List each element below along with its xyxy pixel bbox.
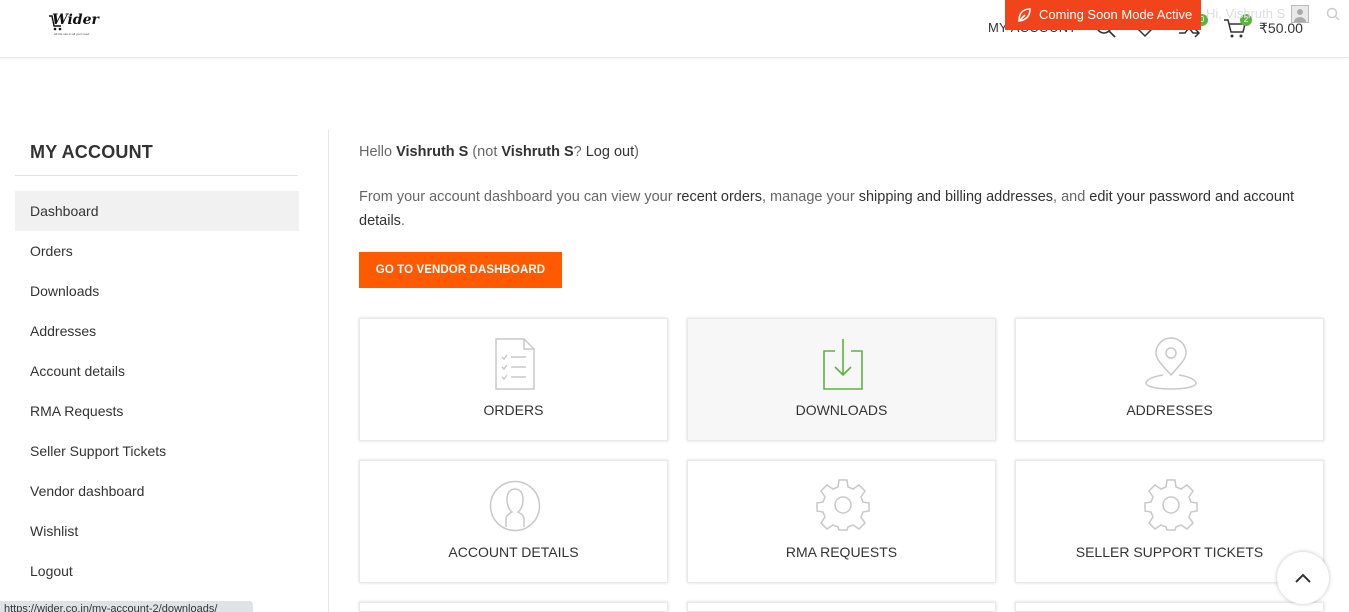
logo-tagline: All the cart in all your need	[54, 32, 90, 36]
tile-orders[interactable]: Orders	[359, 318, 668, 441]
logout-link[interactable]: Log out	[586, 144, 634, 160]
logo-wordmark: Wider	[52, 12, 99, 28]
user-name: Vishruth S	[396, 144, 469, 160]
tile-downloads[interactable]: Downloads	[687, 318, 996, 441]
sidebar-item-dashboard[interactable]: Dashboard	[15, 191, 299, 231]
sidebar-item-wishlist[interactable]: Wishlist	[15, 511, 299, 551]
map-pin-icon	[1145, 337, 1197, 390]
intro-text-2: , manage your	[762, 189, 859, 205]
greeting-end: )	[634, 144, 639, 160]
addresses-link[interactable]: shipping and billing addresses	[859, 189, 1053, 205]
sidebar-item-orders[interactable]: Orders	[15, 231, 299, 271]
tile-account-details-label: Account details	[448, 544, 579, 560]
account-navigation: Dashboard Orders Downloads Addresses Acc…	[15, 191, 299, 591]
orders-document-icon	[495, 338, 535, 390]
dashboard-intro: From your account dashboard you can view…	[359, 185, 1324, 233]
vendor-dashboard-button[interactable]: GO TO VENDOR DASHBOARD	[359, 252, 562, 288]
sidebar-item-account-details[interactable]: Account details	[15, 351, 299, 391]
content-divider	[328, 130, 329, 612]
sidebar-item-seller-support-tickets[interactable]: Seller Support Tickets	[15, 431, 299, 471]
tile-rma-requests[interactable]: RMA Requests	[687, 460, 996, 583]
sidebar-divider	[15, 175, 298, 176]
tile-rma-requests-label: RMA Requests	[785, 544, 898, 560]
tile-next-row[interactable]	[359, 602, 668, 612]
tile-account-details[interactable]: Account details	[359, 460, 668, 583]
site-logo[interactable]: Wider All the cart in all your need	[48, 12, 100, 40]
greeting-prefix: Hello	[359, 144, 397, 160]
leaf-icon	[1018, 8, 1031, 22]
gear-icon	[816, 479, 870, 531]
intro-text-1: From your account dashboard you can view…	[359, 189, 677, 205]
greeting-question: ?	[573, 144, 586, 160]
greeting-text: Hello Vishruth S (not Vishruth S? Log ou…	[359, 144, 639, 160]
sidebar-item-rma-requests[interactable]: RMA Requests	[15, 391, 299, 431]
admin-avatar[interactable]	[1291, 5, 1309, 23]
intro-text-4: .	[400, 213, 405, 229]
sidebar-item-logout[interactable]: Logout	[15, 551, 299, 591]
admin-user-greeting[interactable]: Hi, Vishruth S	[1206, 6, 1285, 21]
chevron-up-icon	[1295, 573, 1311, 583]
admin-search-icon[interactable]	[1326, 7, 1340, 21]
scroll-to-top-button[interactable]	[1277, 552, 1329, 604]
greeting-mid: (not	[468, 144, 502, 160]
tile-next-row[interactable]	[687, 602, 996, 612]
tile-orders-label: Orders	[483, 402, 544, 418]
user-name-repeat: Vishruth S	[501, 144, 574, 160]
download-icon	[823, 339, 863, 390]
recent-orders-link[interactable]: recent orders	[677, 189, 762, 205]
intro-text-3: , and	[1053, 189, 1090, 205]
tile-addresses-label: Addresses	[1126, 402, 1213, 418]
avatar-silhouette-icon	[1294, 9, 1306, 22]
user-circle-icon	[489, 480, 541, 532]
sidebar-item-downloads[interactable]: Downloads	[15, 271, 299, 311]
gear-icon	[1144, 479, 1198, 531]
sidebar-item-addresses[interactable]: Addresses	[15, 311, 299, 351]
tile-downloads-label: Downloads	[795, 402, 888, 418]
sidebar-item-vendor-dashboard[interactable]: Vendor dashboard	[15, 471, 299, 511]
site-header: Wider All the cart in all your need MY A…	[0, 0, 1349, 58]
browser-status-url: https://wider.co.in/my-account-2/downloa…	[0, 601, 253, 612]
tile-addresses[interactable]: Addresses	[1015, 318, 1324, 441]
sidebar-title: MY ACCOUNT	[30, 142, 153, 162]
coming-soon-mode-notice[interactable]: Coming Soon Mode Active	[1005, 0, 1201, 30]
coming-soon-label: Coming Soon Mode Active	[1039, 7, 1193, 22]
